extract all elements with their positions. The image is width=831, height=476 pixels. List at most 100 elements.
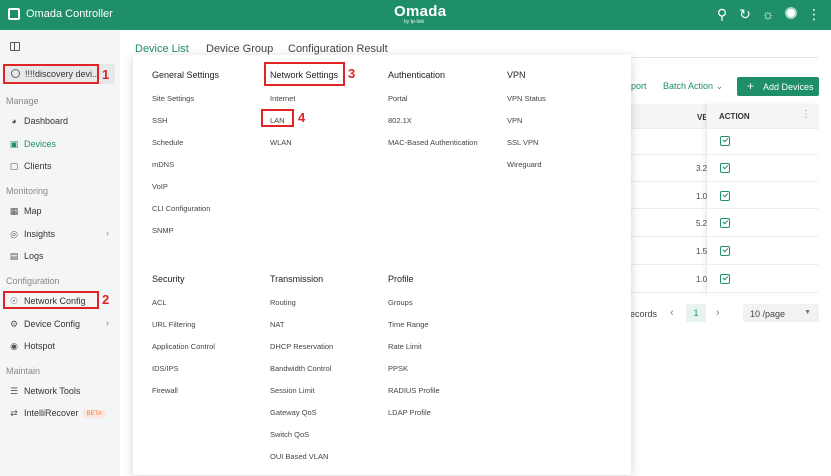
page-size-select[interactable]: 10 /page ▼ — [743, 304, 819, 322]
menu-item-vpn-status[interactable]: VPN Status — [507, 94, 546, 103]
sidebar-item-clients[interactable]: ▢ Clients — [5, 157, 115, 175]
menu-item-rate-limit[interactable]: Rate Limit — [388, 342, 422, 351]
menu-item-nat[interactable]: NAT — [270, 320, 284, 329]
menu-item-wlan[interactable]: WLAN — [270, 138, 292, 147]
tab-device-list[interactable]: Device List — [135, 43, 189, 55]
action-header-label: ACTION — [719, 112, 750, 121]
menu-item-application-control[interactable]: Application Control — [152, 342, 215, 351]
export-link[interactable]: port — [631, 81, 647, 91]
section-manage: Manage — [6, 96, 39, 106]
chevron-down-icon: ⌄ — [715, 81, 724, 91]
menu-heading-profile: Profile — [388, 274, 414, 284]
menu-item-ids-ips[interactable]: IDS/IPS — [152, 364, 179, 373]
sidebar-item-dashboard[interactable]: ◕ Dashboard — [5, 112, 115, 130]
refresh-icon[interactable]: ↻ — [737, 6, 753, 22]
menu-item-portal[interactable]: Portal — [388, 94, 408, 103]
section-maintain: Maintain — [6, 366, 41, 376]
next-page-icon[interactable]: › — [716, 307, 720, 319]
sidebar-item-logs[interactable]: ▤ Logs — [5, 247, 115, 265]
menu-item-switch-qos[interactable]: Switch QoS — [270, 430, 309, 439]
avatar[interactable] — [783, 6, 799, 22]
page-size-value: 10 /page — [750, 309, 786, 319]
menu-item-mac-based-authentication[interactable]: MAC-Based Authentication — [388, 138, 478, 147]
menu-item-url-filtering[interactable]: URL Filtering — [152, 320, 195, 329]
tab-device-group[interactable]: Device Group — [206, 43, 273, 55]
menu-item-wireguard[interactable]: Wireguard — [507, 160, 542, 169]
hotspot-icon: ◉ — [10, 341, 18, 351]
plus-icon: + — [747, 79, 755, 93]
app-logo-icon — [8, 8, 20, 20]
menu-item-ssl-vpn[interactable]: SSL VPN — [507, 138, 538, 147]
row-checkbox[interactable] — [720, 191, 730, 201]
add-devices-button[interactable]: + Add Devices — [737, 77, 819, 96]
more-icon[interactable]: ⋮ — [806, 6, 822, 22]
sidebar-item-label: Hotspot — [24, 341, 56, 351]
insights-icon: ◎ — [10, 229, 18, 239]
menu-item-mdns[interactable]: mDNS — [152, 160, 174, 169]
row-checkbox[interactable] — [720, 246, 730, 256]
menu-item-8021x[interactable]: 802.1X — [388, 116, 412, 125]
prev-page-icon[interactable]: ‹ — [670, 307, 674, 319]
menu-item-acl[interactable]: ACL — [152, 298, 167, 307]
menu-item-vpn[interactable]: VPN — [507, 116, 522, 125]
annotation-box-network-settings — [264, 62, 345, 86]
sidebar-item-label: Network Tools — [24, 386, 81, 396]
tab-configuration-result[interactable]: Configuration Result — [288, 43, 388, 55]
menu-item-ldap-profile[interactable]: LDAP Profile — [388, 408, 431, 417]
sidebar-item-devices[interactable]: ▣ Devices — [5, 135, 115, 153]
menu-item-bandwidth-control[interactable]: Bandwidth Control — [270, 364, 331, 373]
app-title: Omada Controller — [26, 8, 113, 20]
menu-item-internet[interactable]: Internet — [270, 94, 295, 103]
menu-item-session-limit[interactable]: Session Limit — [270, 386, 315, 395]
menu-item-dhcp-reservation[interactable]: DHCP Reservation — [270, 342, 333, 351]
row-checkbox[interactable] — [720, 218, 730, 228]
menu-item-oui-based-vlan[interactable]: OUI Based VLAN — [270, 452, 328, 461]
annotation-box-site — [3, 64, 99, 84]
action-header: ACTION ⋮ — [707, 104, 819, 128]
menu-item-voip[interactable]: VoIP — [152, 182, 168, 191]
row-divider — [630, 154, 818, 155]
collapse-sidebar-icon[interactable] — [10, 42, 20, 51]
menu-item-schedule[interactable]: Schedule — [152, 138, 183, 147]
column-menu-icon[interactable]: ⋮ — [801, 109, 811, 120]
menu-item-gateway-qos[interactable]: Gateway QoS — [270, 408, 317, 417]
annotation-box-network-config — [3, 291, 99, 309]
menu-item-radius-profile[interactable]: RADIUS Profile — [388, 386, 440, 395]
sidebar-item-intellirecover[interactable]: ⇄ IntelliRecover BETA — [5, 404, 115, 422]
menu-heading-general-settings: General Settings — [152, 70, 220, 80]
menu-heading-vpn: VPN — [507, 70, 526, 80]
annotation-box-lan — [261, 109, 294, 127]
search-icon[interactable]: ⚲ — [714, 6, 730, 22]
annotation-number-3: 3 — [348, 66, 356, 81]
menu-item-routing[interactable]: Routing — [270, 298, 296, 307]
sidebar-item-device-config[interactable]: ⚙ Device Config › — [5, 315, 115, 333]
menu-item-time-range[interactable]: Time Range — [388, 320, 429, 329]
sidebar-item-network-tools[interactable]: ☰ Network Tools — [5, 382, 115, 400]
sidebar-item-map[interactable]: ▦ Map — [5, 202, 115, 220]
menu-item-snmp[interactable]: SNMP — [152, 226, 174, 235]
menu-heading-transmission: Transmission — [270, 274, 324, 284]
theme-icon[interactable]: ☼ — [760, 6, 776, 22]
sidebar-item-hotspot[interactable]: ◉ Hotspot — [5, 337, 115, 355]
annotation-number-2: 2 — [102, 292, 110, 307]
menu-item-ssh[interactable]: SSH — [152, 116, 167, 125]
row-checkbox[interactable] — [720, 136, 730, 146]
current-page[interactable]: 1 — [686, 304, 706, 322]
annotation-number-4: 4 — [298, 110, 306, 125]
row-checkbox[interactable] — [720, 274, 730, 284]
add-devices-label: Add Devices — [763, 82, 814, 92]
sidebar-item-label: Logs — [24, 251, 44, 261]
menu-item-cli-configuration[interactable]: CLI Configuration — [152, 204, 210, 213]
top-bar: Omada Controller Omada by tp-link ⚲ ↻ ☼ … — [0, 0, 831, 30]
menu-item-site-settings[interactable]: Site Settings — [152, 94, 194, 103]
menu-item-ppsk[interactable]: PPSK — [388, 364, 408, 373]
row-divider — [630, 236, 818, 237]
menu-item-groups[interactable]: Groups — [388, 298, 413, 307]
chevron-right-icon: › — [106, 318, 109, 328]
map-icon: ▦ — [9, 206, 19, 216]
menu-item-firewall[interactable]: Firewall — [152, 386, 178, 395]
sidebar-item-insights[interactable]: ◎ Insights › — [5, 225, 115, 243]
menu-heading-authentication: Authentication — [388, 70, 446, 80]
row-checkbox[interactable] — [720, 163, 730, 173]
batch-action-dropdown[interactable]: Batch Action ⌄ — [663, 81, 723, 92]
